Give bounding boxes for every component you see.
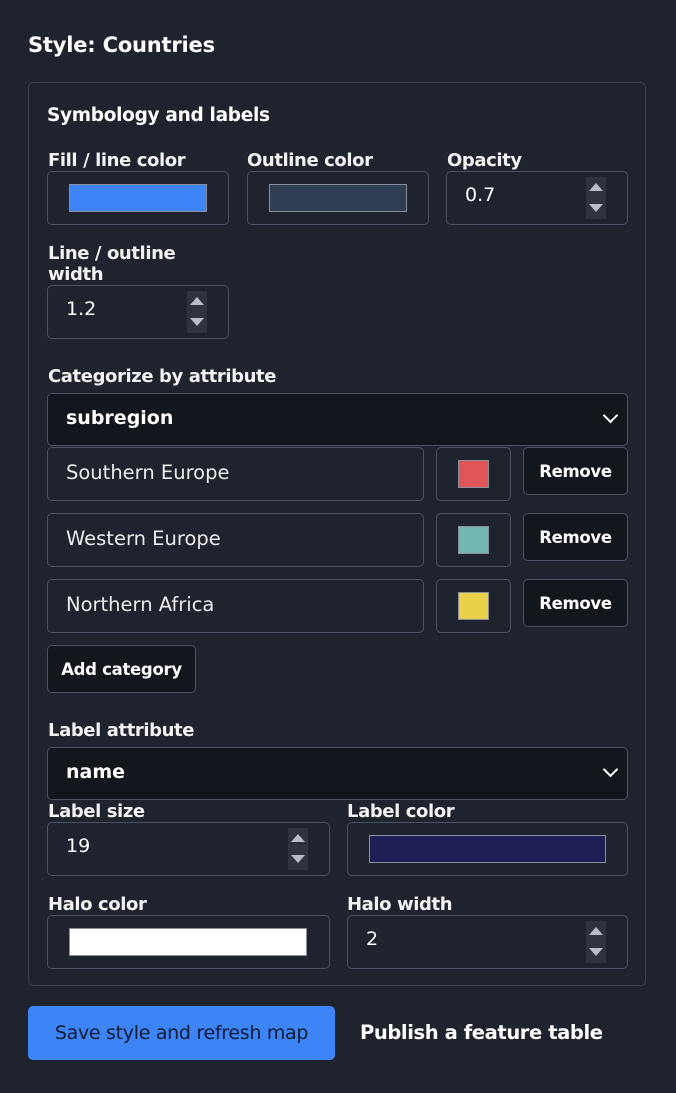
opacity-label: Opacity bbox=[447, 150, 522, 171]
categorize-attribute-select[interactable]: subregion bbox=[47, 393, 628, 446]
line-width-value: 1.2 bbox=[66, 298, 97, 320]
remove-category-button[interactable]: Remove bbox=[523, 447, 628, 495]
halo-color-label: Halo color bbox=[48, 894, 147, 915]
category-name-input[interactable]: Western Europe bbox=[47, 513, 424, 567]
fill-color-swatch bbox=[69, 184, 207, 212]
chevron-down-icon bbox=[602, 407, 619, 424]
category-color-swatch bbox=[458, 526, 489, 554]
label-size-label: Label size bbox=[48, 801, 145, 822]
fill-color-picker[interactable] bbox=[47, 171, 229, 225]
remove-category-button[interactable]: Remove bbox=[523, 579, 628, 627]
decrement-arrow-icon[interactable] bbox=[589, 204, 603, 212]
category-color-swatch bbox=[458, 592, 489, 620]
outline-color-label: Outline color bbox=[247, 150, 373, 171]
category-name-value: Northern Africa bbox=[66, 593, 215, 616]
label-color-label: Label color bbox=[347, 801, 455, 822]
category-color-picker[interactable] bbox=[436, 579, 511, 633]
label-size-stepper[interactable] bbox=[288, 828, 308, 870]
save-style-button[interactable]: Save style and refresh map bbox=[28, 1006, 335, 1060]
category-name-input[interactable]: Southern Europe bbox=[47, 447, 424, 501]
increment-arrow-icon[interactable] bbox=[291, 834, 305, 842]
line-width-label: Line / outline width bbox=[48, 243, 176, 285]
category-color-picker[interactable] bbox=[436, 513, 511, 567]
publish-feature-table-link[interactable]: Publish a feature table bbox=[360, 1021, 603, 1044]
halo-width-stepper[interactable] bbox=[586, 921, 606, 963]
opacity-input[interactable]: 0.7 bbox=[446, 171, 628, 225]
line-width-stepper[interactable] bbox=[187, 291, 207, 333]
decrement-arrow-icon[interactable] bbox=[589, 948, 603, 956]
fill-color-label: Fill / line color bbox=[48, 150, 186, 171]
outline-color-picker[interactable] bbox=[247, 171, 429, 225]
halo-width-value: 2 bbox=[366, 928, 379, 950]
label-size-value: 19 bbox=[66, 835, 91, 857]
categorize-label: Categorize by attribute bbox=[48, 366, 277, 387]
category-name-input[interactable]: Northern Africa bbox=[47, 579, 424, 633]
label-attribute-selected-value: name bbox=[66, 761, 126, 783]
label-color-picker[interactable] bbox=[347, 822, 628, 876]
increment-arrow-icon[interactable] bbox=[190, 297, 204, 305]
remove-category-button[interactable]: Remove bbox=[523, 513, 628, 561]
line-width-input[interactable]: 1.2 bbox=[47, 285, 229, 339]
halo-width-label: Halo width bbox=[347, 894, 453, 915]
halo-color-picker[interactable] bbox=[47, 915, 330, 969]
label-attribute-select[interactable]: name bbox=[47, 747, 628, 800]
section-title: Symbology and labels bbox=[47, 105, 270, 126]
page-title: Style: Countries bbox=[28, 33, 215, 57]
category-color-picker[interactable] bbox=[436, 447, 511, 501]
label-attribute-label: Label attribute bbox=[48, 720, 195, 741]
decrement-arrow-icon[interactable] bbox=[291, 855, 305, 863]
label-size-input[interactable]: 19 bbox=[47, 822, 330, 876]
halo-width-input[interactable]: 2 bbox=[347, 915, 628, 969]
opacity-value: 0.7 bbox=[465, 184, 496, 206]
outline-color-swatch bbox=[269, 184, 407, 212]
halo-color-swatch bbox=[69, 928, 307, 956]
decrement-arrow-icon[interactable] bbox=[190, 318, 204, 326]
categorize-selected-value: subregion bbox=[66, 407, 174, 429]
increment-arrow-icon[interactable] bbox=[589, 927, 603, 935]
add-category-button[interactable]: Add category bbox=[47, 645, 196, 693]
category-name-value: Western Europe bbox=[66, 527, 221, 550]
opacity-stepper[interactable] bbox=[586, 177, 606, 219]
increment-arrow-icon[interactable] bbox=[589, 183, 603, 191]
chevron-down-icon bbox=[602, 761, 619, 778]
category-name-value: Southern Europe bbox=[66, 461, 230, 484]
label-color-swatch bbox=[369, 835, 606, 863]
category-color-swatch bbox=[458, 460, 489, 488]
